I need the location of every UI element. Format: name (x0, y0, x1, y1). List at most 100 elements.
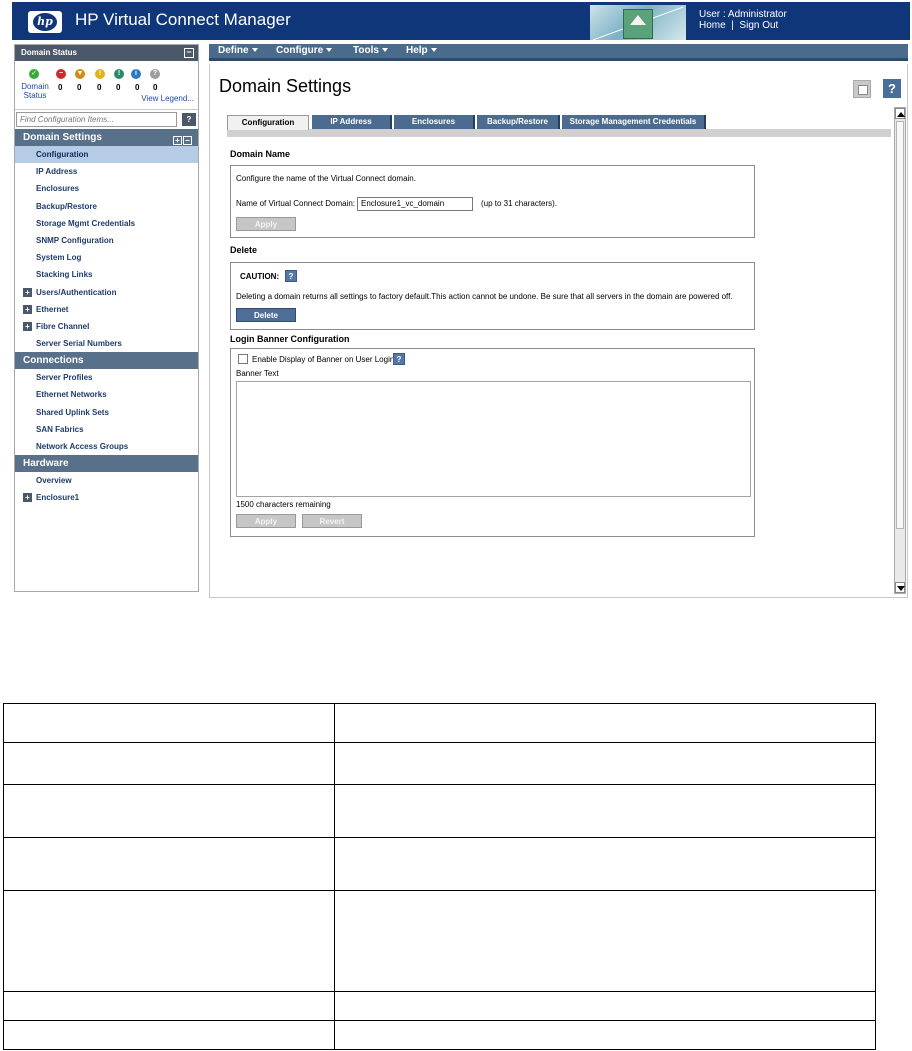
sidebar-section-domain-settings[interactable]: Domain Settings + − (15, 129, 198, 146)
table-cell (334, 890, 876, 992)
tab-storage-management-credentials[interactable]: Storage Management Credentials (562, 115, 706, 129)
sidebar-item-server-serial-numbers[interactable]: Server Serial Numbers (15, 335, 198, 352)
sidebar-section-hardware[interactable]: Hardware (15, 455, 198, 473)
table-cell (334, 1020, 876, 1050)
scroll-down-icon[interactable] (895, 582, 905, 593)
scroll-up-icon[interactable] (895, 108, 905, 119)
delete-domain-button[interactable]: Delete (236, 308, 296, 322)
sidebar-item-ip-address[interactable]: IP Address (15, 163, 198, 180)
view-legend-link[interactable]: View Legend... (141, 94, 194, 103)
delete-heading: Delete (230, 245, 258, 255)
banner-help-icon[interactable]: ? (393, 353, 405, 365)
sidebar-item-fibre-channel[interactable]: + Fibre Channel (15, 318, 198, 335)
sidebar-item-system-log[interactable]: System Log (15, 249, 198, 266)
domain-name-hint: (up to 31 characters). (481, 199, 558, 208)
sidebar-item-label: IP Address (36, 167, 78, 177)
sidebar-item-label: Enclosures (36, 184, 80, 194)
critical-icon: − (56, 69, 66, 79)
sidebar-item-label: Fibre Channel (36, 321, 90, 331)
expand-icon[interactable]: + (23, 304, 32, 314)
tab-configuration[interactable]: Configuration (227, 115, 309, 130)
sidebar-item-backup-restore[interactable]: Backup/Restore (15, 198, 198, 215)
sidebar-section-title: Hardware (23, 458, 69, 470)
find-row: ? (15, 109, 198, 129)
enable-banner-checkbox[interactable] (238, 354, 248, 364)
sidebar-item-label: Storage Mgmt Credentials (36, 218, 136, 228)
unknown-icon: ? (150, 69, 160, 79)
table-row (3, 991, 876, 1021)
sidebar-item-server-profiles[interactable]: Server Profiles (15, 369, 198, 386)
expand-icon[interactable]: + (23, 493, 32, 503)
chevron-down-icon (326, 48, 333, 53)
sidebar-item-snmp-configuration[interactable]: SNMP Configuration (15, 232, 198, 249)
expand-icon[interactable]: + (23, 321, 32, 331)
caution-help-icon[interactable]: ? (285, 270, 297, 282)
sidebar-item-shared-uplink-sets[interactable]: Shared Uplink Sets (15, 404, 198, 421)
banner-text-area[interactable] (236, 381, 751, 497)
menu-tools[interactable]: Tools (353, 44, 388, 58)
delete-panel: CAUTION: ? Deleting a domain returns all… (230, 262, 755, 330)
scroll-thumb[interactable] (896, 121, 904, 529)
major-icon: ▼ (75, 69, 85, 79)
caution-label: CAUTION: (240, 272, 280, 281)
login-banner-heading: Login Banner Configuration (230, 334, 350, 344)
sidebar-item-label: System Log (36, 253, 82, 263)
delete-warning-text: Deleting a domain returns all settings t… (236, 292, 733, 301)
home-link[interactable]: Home (699, 20, 726, 31)
tab-ip-address[interactable]: IP Address (312, 115, 392, 129)
find-configuration-input[interactable] (16, 112, 177, 127)
field-description-table (3, 703, 876, 1050)
link-separator: | (731, 20, 734, 31)
status-count: 0 (116, 83, 121, 92)
menu-help[interactable]: Help (406, 44, 437, 58)
domain-name-input[interactable]: Enclosure1_vc_domain (357, 197, 473, 211)
sidebar-section-title: Domain Settings (23, 132, 102, 143)
expand-icon[interactable]: + (23, 287, 32, 297)
sidebar-item-network-access-groups[interactable]: Network Access Groups (15, 438, 198, 455)
enable-banner-label: Enable Display of Banner on User Login (252, 355, 395, 364)
sidebar-item-stacking-links[interactable]: Stacking Links (15, 266, 198, 283)
menu-configure[interactable]: Configure (276, 44, 333, 58)
user-label: User : Administrator (699, 9, 787, 20)
domain-status-title: Domain Status (21, 48, 78, 57)
sign-out-link[interactable]: Sign Out (739, 20, 778, 31)
hp-logo: hp (28, 11, 62, 33)
sidebar-item-enclosures[interactable]: Enclosures (15, 180, 198, 197)
status-count: 0 (77, 83, 82, 92)
sidebar-item-configuration[interactable]: Configuration (15, 146, 198, 164)
sidebar-item-users-authentication[interactable]: + Users/Authentication (15, 284, 198, 301)
collapse-all-icon[interactable]: − (183, 136, 192, 145)
domain-status-header: Domain Status − (15, 45, 198, 61)
vertical-scrollbar[interactable] (894, 107, 906, 594)
help-button[interactable]: ? (883, 79, 901, 98)
sidebar-item-ethernet-networks[interactable]: Ethernet Networks (15, 386, 198, 403)
banner-revert-button[interactable]: Revert (302, 514, 362, 528)
menu-define[interactable]: Define (218, 44, 258, 58)
domain-status-link[interactable]: Domain Status (21, 82, 49, 100)
sidebar-item-san-fabrics[interactable]: SAN Fabrics (15, 421, 198, 438)
sidebar-item-label: Stacking Links (36, 270, 93, 280)
banner-apply-button[interactable]: Apply (236, 514, 296, 528)
find-help-button[interactable]: ? (182, 113, 196, 126)
chevron-down-icon (251, 48, 258, 53)
sidebar-item-overview[interactable]: Overview (15, 472, 198, 489)
chevron-down-icon (381, 48, 388, 53)
tab-backup-restore[interactable]: Backup/Restore (477, 115, 560, 129)
sidebar-item-ethernet[interactable]: + Ethernet (15, 301, 198, 318)
print-icon[interactable] (853, 80, 871, 98)
sidebar-item-label: SAN Fabrics (36, 424, 84, 434)
sidebar-item-storage-mgmt-credentials[interactable]: Storage Mgmt Credentials (15, 215, 198, 232)
table-cell (334, 742, 876, 785)
table-cell (334, 991, 876, 1021)
sidebar-item-label: Server Profiles (36, 373, 93, 383)
collapse-icon[interactable]: − (184, 48, 194, 58)
tab-enclosures[interactable]: Enclosures (394, 115, 475, 129)
sidebar-item-enclosure1[interactable]: + Enclosure1 (15, 489, 198, 506)
domain-name-apply-button[interactable]: Apply (236, 217, 296, 231)
table-cell (334, 703, 876, 743)
sidebar-item-label: Server Serial Numbers (36, 339, 122, 349)
expand-all-icon[interactable]: + (173, 136, 182, 145)
page-title: Domain Settings (219, 76, 352, 96)
app-title: HP Virtual Connect Manager (75, 10, 291, 29)
sidebar-section-connections[interactable]: Connections (15, 352, 198, 370)
